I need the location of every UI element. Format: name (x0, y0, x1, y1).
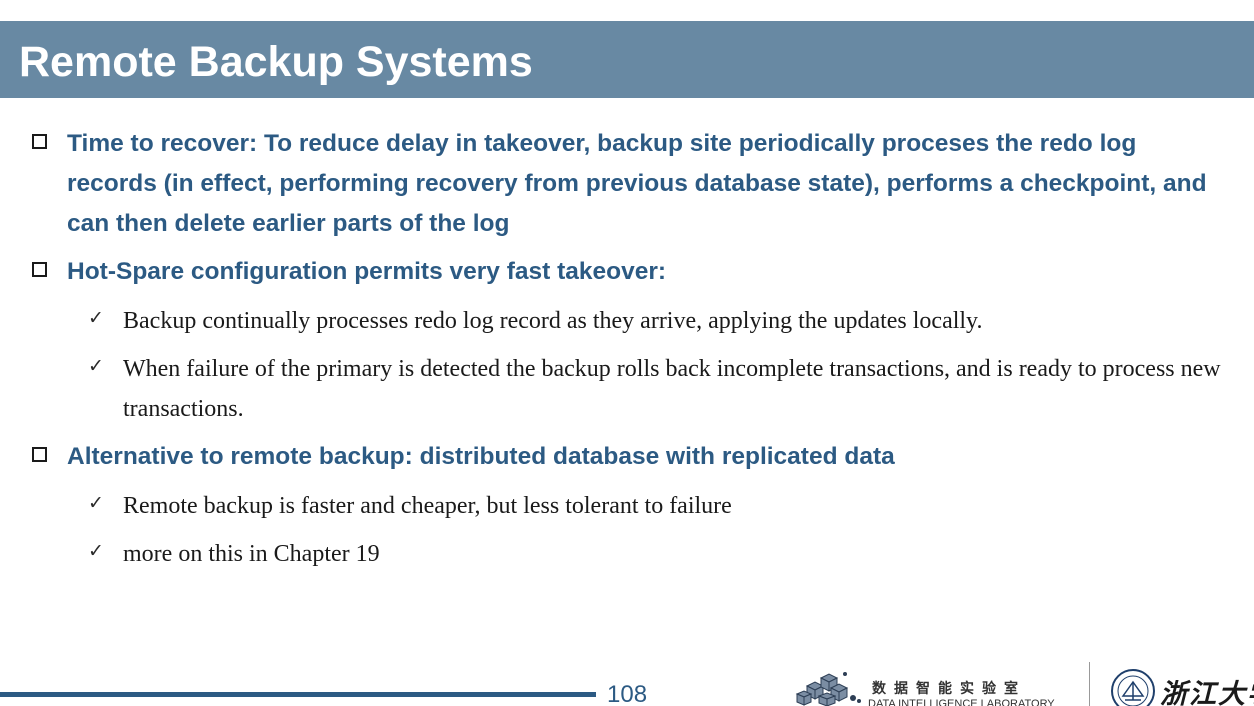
bullet-text: Time to recover: To reduce delay in take… (67, 130, 1207, 237)
bullet-hot-spare: Hot-Spare configuration permits very fas… (32, 252, 1212, 292)
cube-cluster-logo-icon (795, 672, 861, 706)
check-mark-icon: ✓ (88, 307, 104, 329)
bullet-alternative: Alternative to remote backup: distribute… (32, 437, 1212, 477)
sub-bullet-chapter: ✓ more on this in Chapter 19 (88, 534, 1228, 574)
slide: Remote Backup Systems Time to recover: T… (0, 0, 1254, 706)
bullet-text: Alternative to remote backup: distribute… (67, 443, 895, 470)
slide-title: Remote Backup Systems (19, 38, 533, 86)
square-bullet-icon (32, 262, 47, 277)
page-number: 108 (607, 681, 648, 706)
bullet-time-to-recover: Time to recover: To reduce delay in take… (32, 124, 1212, 244)
square-bullet-icon (32, 447, 47, 462)
sub-bullet-backup-continually: ✓ Backup continually processes redo log … (88, 301, 1228, 341)
bullet-text: Hot-Spare configuration permits very fas… (67, 258, 667, 285)
check-mark-icon: ✓ (88, 492, 104, 514)
title-bar: Remote Backup Systems (0, 21, 1254, 98)
square-bullet-icon (32, 134, 47, 149)
check-mark-icon: ✓ (88, 540, 104, 562)
footer-divider (1089, 662, 1090, 706)
sub-bullet-text: Remote backup is faster and cheaper, but… (123, 493, 732, 519)
check-mark-icon: ✓ (88, 355, 104, 377)
sub-bullet-text: When failure of the primary is detected … (123, 356, 1221, 422)
sub-bullet-text: more on this in Chapter 19 (123, 541, 380, 567)
sub-bullet-faster-cheaper: ✓ Remote backup is faster and cheaper, b… (88, 486, 1228, 526)
university-seal-icon (1111, 669, 1155, 706)
footer-rule (0, 692, 596, 697)
lab-name-chinese: 数据智能实验室 (872, 681, 1026, 697)
lab-name-english: DATA INTELLIGENCE LABORATORY (868, 698, 1055, 706)
sub-bullet-text: Backup continually processes redo log re… (123, 308, 983, 334)
sub-bullet-failure-detected: ✓ When failure of the primary is detecte… (88, 349, 1228, 429)
university-name: 浙江大学 (1160, 679, 1254, 706)
